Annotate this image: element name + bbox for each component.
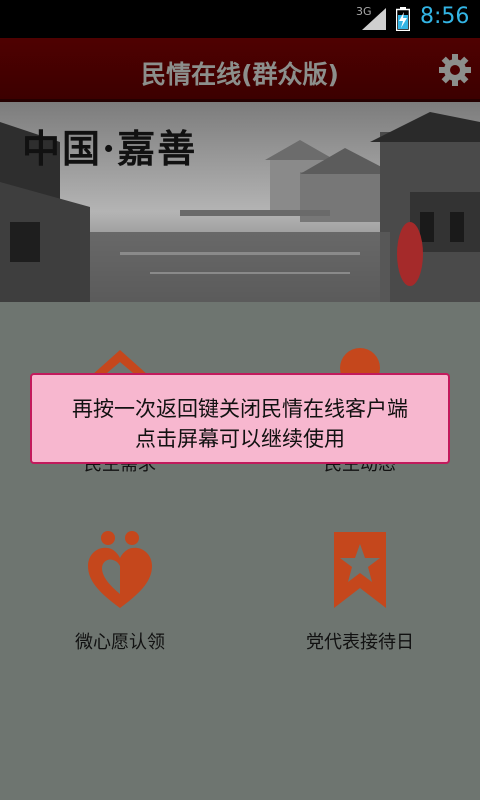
tile-label: 党代表接待日 — [306, 632, 414, 653]
toast-line-2: 点击屏幕可以继续使用 — [135, 427, 345, 451]
tile-micro-wish[interactable]: 微心愿认领 — [0, 522, 240, 702]
tile-label: 微心愿认领 — [75, 632, 165, 653]
banner-image: 中国·嘉善 — [0, 102, 480, 302]
app-title: 民情在线(群众版) — [141, 60, 339, 89]
heart-people-icon — [88, 531, 152, 608]
battery-charging-icon — [396, 7, 410, 31]
clock: 8:56 — [420, 4, 470, 29]
signal-icon — [362, 8, 386, 30]
exit-toast[interactable]: 再按一次返回键关闭民情在线客户端 点击屏幕可以继续使用 — [30, 373, 450, 464]
toast-line-1: 再按一次返回键关闭民情在线客户端 — [72, 397, 408, 421]
app-header: 民情在线(群众版) — [0, 38, 480, 102]
tile-deputy-reception[interactable]: 党代表接待日 — [240, 522, 480, 702]
gear-icon[interactable] — [438, 53, 472, 87]
bookmark-star-icon — [334, 532, 386, 608]
banner-calligraphy: 中国·嘉善 — [22, 126, 198, 171]
status-bar: 3G 8:56 — [0, 0, 480, 38]
